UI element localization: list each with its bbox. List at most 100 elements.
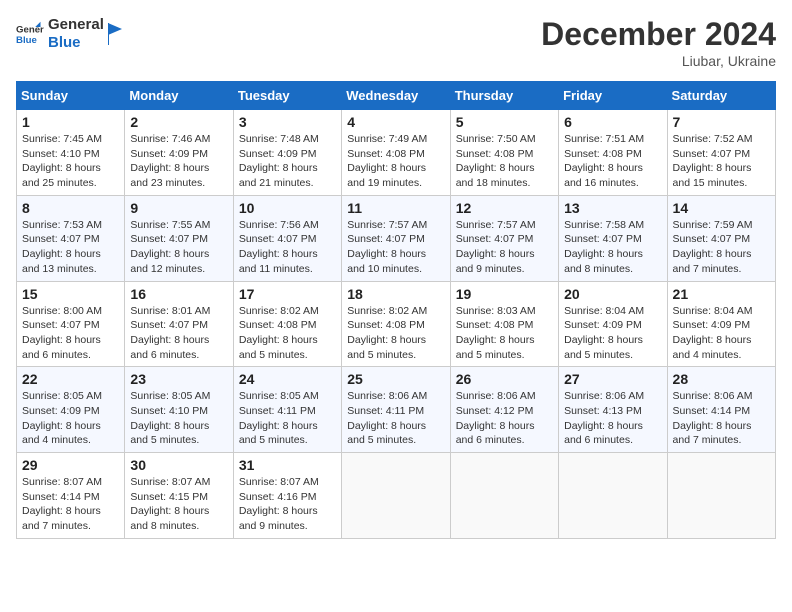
day-number: 4 [347,114,444,130]
day-number: 6 [564,114,661,130]
calendar-day-cell: 22 Sunrise: 8:05 AMSunset: 4:09 PMDaylig… [17,367,125,453]
day-number: 8 [22,200,119,216]
day-number: 25 [347,371,444,387]
logo-general: General [48,16,104,34]
day-info: Sunrise: 8:07 AMSunset: 4:14 PMDaylight:… [22,476,102,532]
day-info: Sunrise: 7:58 AMSunset: 4:07 PMDaylight:… [564,219,644,275]
day-info: Sunrise: 8:01 AMSunset: 4:07 PMDaylight:… [130,305,210,361]
weekday-header-cell: Monday [125,82,233,110]
day-number: 2 [130,114,227,130]
calendar-day-cell: 10 Sunrise: 7:56 AMSunset: 4:07 PMDaylig… [233,195,341,281]
calendar-day-cell: 7 Sunrise: 7:52 AMSunset: 4:07 PMDayligh… [667,110,775,196]
day-number: 30 [130,457,227,473]
day-number: 26 [456,371,553,387]
calendar-day-cell: 20 Sunrise: 8:04 AMSunset: 4:09 PMDaylig… [559,281,667,367]
day-number: 11 [347,200,444,216]
calendar-day-cell: 12 Sunrise: 7:57 AMSunset: 4:07 PMDaylig… [450,195,558,281]
flag-icon [108,23,126,45]
day-number: 12 [456,200,553,216]
day-info: Sunrise: 8:06 AMSunset: 4:13 PMDaylight:… [564,390,644,446]
calendar-day-cell: 2 Sunrise: 7:46 AMSunset: 4:09 PMDayligh… [125,110,233,196]
day-info: Sunrise: 7:57 AMSunset: 4:07 PMDaylight:… [456,219,536,275]
day-info: Sunrise: 7:53 AMSunset: 4:07 PMDaylight:… [22,219,102,275]
day-number: 10 [239,200,336,216]
logo-blue: Blue [48,34,104,52]
day-number: 13 [564,200,661,216]
day-info: Sunrise: 8:03 AMSunset: 4:08 PMDaylight:… [456,305,536,361]
day-info: Sunrise: 7:46 AMSunset: 4:09 PMDaylight:… [130,133,210,189]
weekday-header-cell: Thursday [450,82,558,110]
day-number: 7 [673,114,770,130]
day-info: Sunrise: 7:45 AMSunset: 4:10 PMDaylight:… [22,133,102,189]
month-year-title: December 2024 [541,16,776,53]
day-info: Sunrise: 8:06 AMSunset: 4:12 PMDaylight:… [456,390,536,446]
calendar-day-cell: 8 Sunrise: 7:53 AMSunset: 4:07 PMDayligh… [17,195,125,281]
day-number: 23 [130,371,227,387]
day-info: Sunrise: 8:00 AMSunset: 4:07 PMDaylight:… [22,305,102,361]
day-number: 20 [564,286,661,302]
calendar-day-cell: 26 Sunrise: 8:06 AMSunset: 4:12 PMDaylig… [450,367,558,453]
day-info: Sunrise: 8:02 AMSunset: 4:08 PMDaylight:… [347,305,427,361]
day-number: 17 [239,286,336,302]
day-info: Sunrise: 7:51 AMSunset: 4:08 PMDaylight:… [564,133,644,189]
day-number: 24 [239,371,336,387]
day-info: Sunrise: 7:52 AMSunset: 4:07 PMDaylight:… [673,133,753,189]
day-info: Sunrise: 8:07 AMSunset: 4:15 PMDaylight:… [130,476,210,532]
title-block: December 2024 Liubar, Ukraine [541,16,776,69]
calendar-day-cell: 18 Sunrise: 8:02 AMSunset: 4:08 PMDaylig… [342,281,450,367]
day-number: 9 [130,200,227,216]
calendar-day-cell: 6 Sunrise: 7:51 AMSunset: 4:08 PMDayligh… [559,110,667,196]
calendar-day-cell: 1 Sunrise: 7:45 AMSunset: 4:10 PMDayligh… [17,110,125,196]
location-subtitle: Liubar, Ukraine [541,53,776,69]
day-number: 27 [564,371,661,387]
calendar-week-row: 8 Sunrise: 7:53 AMSunset: 4:07 PMDayligh… [17,195,776,281]
day-info: Sunrise: 7:48 AMSunset: 4:09 PMDaylight:… [239,133,319,189]
day-number: 14 [673,200,770,216]
calendar-day-cell [450,453,558,539]
calendar-day-cell [342,453,450,539]
page-header: General Blue General Blue December 2024 … [16,16,776,69]
day-info: Sunrise: 8:05 AMSunset: 4:09 PMDaylight:… [22,390,102,446]
day-info: Sunrise: 8:05 AMSunset: 4:11 PMDaylight:… [239,390,319,446]
calendar-day-cell: 13 Sunrise: 7:58 AMSunset: 4:07 PMDaylig… [559,195,667,281]
day-number: 31 [239,457,336,473]
calendar-day-cell: 14 Sunrise: 7:59 AMSunset: 4:07 PMDaylig… [667,195,775,281]
calendar-day-cell: 21 Sunrise: 8:04 AMSunset: 4:09 PMDaylig… [667,281,775,367]
day-number: 29 [22,457,119,473]
calendar-day-cell: 9 Sunrise: 7:55 AMSunset: 4:07 PMDayligh… [125,195,233,281]
calendar-day-cell: 25 Sunrise: 8:06 AMSunset: 4:11 PMDaylig… [342,367,450,453]
calendar-day-cell [667,453,775,539]
calendar-day-cell: 19 Sunrise: 8:03 AMSunset: 4:08 PMDaylig… [450,281,558,367]
day-number: 5 [456,114,553,130]
weekday-header-cell: Tuesday [233,82,341,110]
calendar-day-cell: 30 Sunrise: 8:07 AMSunset: 4:15 PMDaylig… [125,453,233,539]
calendar-day-cell: 11 Sunrise: 7:57 AMSunset: 4:07 PMDaylig… [342,195,450,281]
calendar-week-row: 15 Sunrise: 8:00 AMSunset: 4:07 PMDaylig… [17,281,776,367]
day-number: 21 [673,286,770,302]
calendar-day-cell: 5 Sunrise: 7:50 AMSunset: 4:08 PMDayligh… [450,110,558,196]
day-info: Sunrise: 7:49 AMSunset: 4:08 PMDaylight:… [347,133,427,189]
calendar-week-row: 29 Sunrise: 8:07 AMSunset: 4:14 PMDaylig… [17,453,776,539]
day-number: 18 [347,286,444,302]
calendar-day-cell: 3 Sunrise: 7:48 AMSunset: 4:09 PMDayligh… [233,110,341,196]
day-number: 16 [130,286,227,302]
calendar-day-cell [559,453,667,539]
day-info: Sunrise: 8:04 AMSunset: 4:09 PMDaylight:… [564,305,644,361]
day-number: 15 [22,286,119,302]
day-number: 28 [673,371,770,387]
day-info: Sunrise: 7:56 AMSunset: 4:07 PMDaylight:… [239,219,319,275]
weekday-header-row: SundayMondayTuesdayWednesdayThursdayFrid… [17,82,776,110]
calendar-day-cell: 27 Sunrise: 8:06 AMSunset: 4:13 PMDaylig… [559,367,667,453]
calendar-week-row: 1 Sunrise: 7:45 AMSunset: 4:10 PMDayligh… [17,110,776,196]
calendar-day-cell: 17 Sunrise: 8:02 AMSunset: 4:08 PMDaylig… [233,281,341,367]
calendar-day-cell: 23 Sunrise: 8:05 AMSunset: 4:10 PMDaylig… [125,367,233,453]
day-number: 19 [456,286,553,302]
calendar-day-cell: 16 Sunrise: 8:01 AMSunset: 4:07 PMDaylig… [125,281,233,367]
day-info: Sunrise: 7:50 AMSunset: 4:08 PMDaylight:… [456,133,536,189]
day-info: Sunrise: 8:07 AMSunset: 4:16 PMDaylight:… [239,476,319,532]
calendar-day-cell: 29 Sunrise: 8:07 AMSunset: 4:14 PMDaylig… [17,453,125,539]
weekday-header-cell: Wednesday [342,82,450,110]
day-number: 22 [22,371,119,387]
day-info: Sunrise: 7:55 AMSunset: 4:07 PMDaylight:… [130,219,210,275]
day-info: Sunrise: 7:57 AMSunset: 4:07 PMDaylight:… [347,219,427,275]
